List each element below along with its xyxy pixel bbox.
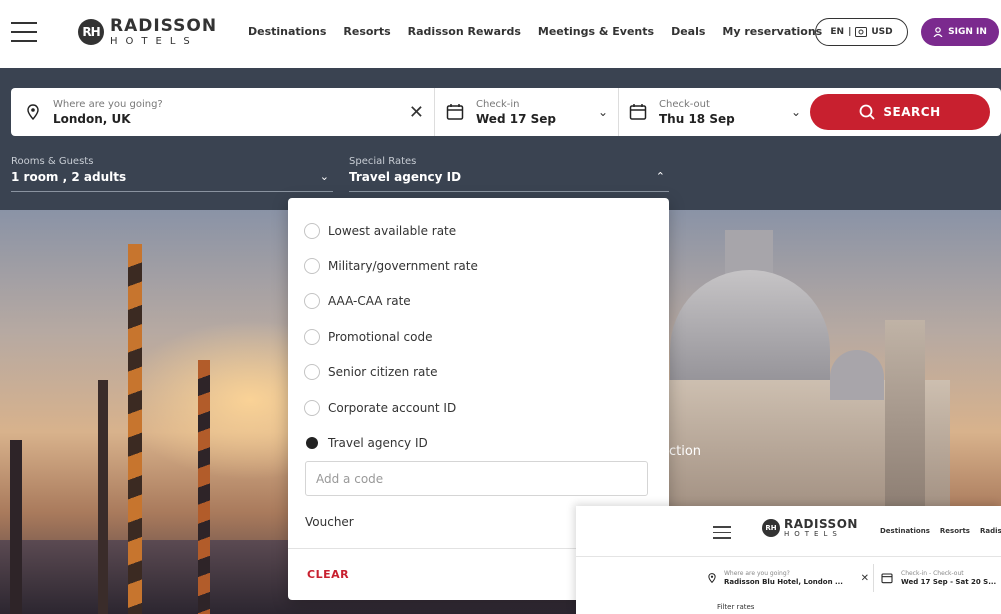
mini-dates-field[interactable]: Check-in - Check-out Wed 17 Sep - Sat 20… xyxy=(881,564,996,592)
nav-destinations[interactable]: Destinations xyxy=(248,25,326,38)
search-button-label: SEARCH xyxy=(883,105,941,119)
voucher-link[interactable]: Voucher xyxy=(305,515,354,529)
rooms-guests-value: 1 room , 2 adults xyxy=(11,170,127,184)
location-label: Where are you going? xyxy=(724,570,790,577)
checkout-field[interactable]: Check-out Thu 18 Sep ⌄ xyxy=(619,88,811,136)
clear-location-icon[interactable]: ✕ xyxy=(861,573,869,584)
location-pin-icon xyxy=(708,573,716,583)
menu-icon[interactable] xyxy=(11,22,37,42)
rate-option-label: AAA-CAA rate xyxy=(328,294,411,308)
rate-code-input[interactable] xyxy=(305,461,648,496)
search-button[interactable]: SEARCH xyxy=(810,94,990,130)
calendar-icon xyxy=(446,104,464,120)
rate-option-label: Corporate account ID xyxy=(328,401,457,415)
main-nav: Destinations Resorts Radisson Rewards Me… xyxy=(248,25,822,38)
clear-button[interactable]: CLEAR xyxy=(307,568,349,581)
chevron-down-icon: ⌄ xyxy=(319,170,329,183)
nav-resorts[interactable]: Resorts xyxy=(343,25,390,38)
divider xyxy=(576,556,1001,557)
rooms-guests-label: Rooms & Guests xyxy=(11,156,94,167)
language-label: EN xyxy=(830,27,845,37)
nav-radisson-rewards[interactable]: Radisson Rewards xyxy=(408,25,521,38)
radio-icon[interactable] xyxy=(304,293,320,309)
nav-destinations[interactable]: Destinations xyxy=(880,527,930,535)
sign-in-label: SIGN IN xyxy=(948,27,987,37)
special-rates-value: Travel agency ID xyxy=(349,170,462,184)
logo-sub-text: HOTELS xyxy=(784,530,842,538)
location-value[interactable]: London, UK xyxy=(53,112,163,126)
rate-option-senior-citizen[interactable]: Senior citizen rate xyxy=(304,364,437,380)
radio-icon[interactable] xyxy=(304,223,320,239)
currency-label: USD xyxy=(871,27,893,37)
language-currency-button[interactable]: EN | USD xyxy=(815,18,908,46)
rate-option-label: Travel agency ID xyxy=(328,436,428,450)
mini-location-field[interactable]: Where are you going? Radisson Blu Hotel,… xyxy=(708,564,874,592)
radio-selected-icon[interactable] xyxy=(306,437,318,449)
radio-icon[interactable] xyxy=(304,364,320,380)
radio-icon[interactable] xyxy=(304,258,320,274)
rate-option-lowest-available[interactable]: Lowest available rate xyxy=(304,223,456,239)
checkin-label: Check-in xyxy=(476,98,520,110)
dates-value: Wed 17 Sep - Sat 20 S... xyxy=(901,578,997,586)
logo-mark: RH xyxy=(78,19,104,45)
rate-option-aaa-caa[interactable]: AAA-CAA rate xyxy=(304,293,411,309)
logo-brand-text: RADISSON xyxy=(784,517,858,531)
rooms-guests-field[interactable]: Rooms & Guests 1 room , 2 adults ⌄ xyxy=(11,156,333,192)
location-label: Where are you going? xyxy=(53,98,163,110)
hero-caption: ction xyxy=(669,444,702,459)
mini-page-preview: RH RADISSON HOTELS Destinations Resorts … xyxy=(576,506,1001,614)
radisson-logo[interactable]: RH RADISSON HOTELS xyxy=(762,518,858,538)
radio-icon[interactable] xyxy=(304,329,320,345)
radisson-logo[interactable]: RH RADISSON HOTELS xyxy=(78,14,217,50)
sign-in-button[interactable]: SIGN IN xyxy=(921,18,999,46)
nav-radisson-truncated[interactable]: Radiss xyxy=(980,527,1001,535)
search-bar: Where are you going? London, UK ✕ Check-… xyxy=(11,88,1001,136)
rate-option-corporate-account[interactable]: Corporate account ID xyxy=(304,400,456,416)
checkout-label: Check-out xyxy=(659,98,710,110)
rate-option-travel-agency[interactable]: Travel agency ID xyxy=(304,435,428,451)
logo-sub-text: HOTELS xyxy=(110,35,198,47)
checkin-value: Wed 17 Sep xyxy=(476,111,556,126)
nav-my-reservations[interactable]: My reservations xyxy=(722,25,822,38)
site-header: RH RADISSON HOTELS Destinations Resorts … xyxy=(0,0,1001,68)
clear-location-icon[interactable]: ✕ xyxy=(409,102,424,123)
dates-label: Check-in - Check-out xyxy=(901,570,964,577)
filter-rates-label[interactable]: Filter rates xyxy=(717,603,754,611)
location-value: Radisson Blu Hotel, London ... xyxy=(724,578,843,586)
logo-mark: RH xyxy=(762,519,780,537)
chevron-down-icon: ⌄ xyxy=(790,105,801,119)
mini-nav: Destinations Resorts Radiss xyxy=(880,527,1001,535)
rate-option-label: Senior citizen rate xyxy=(328,365,438,379)
search-icon xyxy=(859,104,876,120)
calendar-icon xyxy=(881,573,893,584)
special-rates-field[interactable]: Special Rates Travel agency ID ⌃ xyxy=(349,156,669,192)
menu-icon[interactable] xyxy=(713,526,731,540)
nav-deals[interactable]: Deals xyxy=(671,25,705,38)
logo-brand-text: RADISSON xyxy=(110,15,218,36)
location-pin-icon xyxy=(27,104,39,120)
separator: | xyxy=(848,27,852,37)
special-rates-label: Special Rates xyxy=(349,156,417,167)
checkin-field[interactable]: Check-in Wed 17 Sep ⌄ xyxy=(436,88,619,136)
rate-option-promotional-code[interactable]: Promotional code xyxy=(304,329,433,345)
radio-icon[interactable] xyxy=(304,400,320,416)
rate-option-military-government[interactable]: Military/government rate xyxy=(304,258,478,274)
rate-option-label: Military/government rate xyxy=(328,259,478,273)
search-band: Where are you going? London, UK ✕ Check-… xyxy=(0,68,1001,210)
checkout-value: Thu 18 Sep xyxy=(659,111,735,126)
chevron-up-icon: ⌃ xyxy=(655,170,665,183)
location-field[interactable]: Where are you going? London, UK ✕ xyxy=(11,88,435,136)
user-icon xyxy=(933,27,943,37)
calendar-icon xyxy=(629,104,647,120)
chevron-down-icon: ⌄ xyxy=(597,105,608,119)
currency-icon xyxy=(855,27,868,37)
rate-option-label: Lowest available rate xyxy=(328,224,457,238)
nav-meetings-events[interactable]: Meetings & Events xyxy=(538,25,654,38)
nav-resorts[interactable]: Resorts xyxy=(940,527,970,535)
rate-option-label: Promotional code xyxy=(328,330,433,344)
